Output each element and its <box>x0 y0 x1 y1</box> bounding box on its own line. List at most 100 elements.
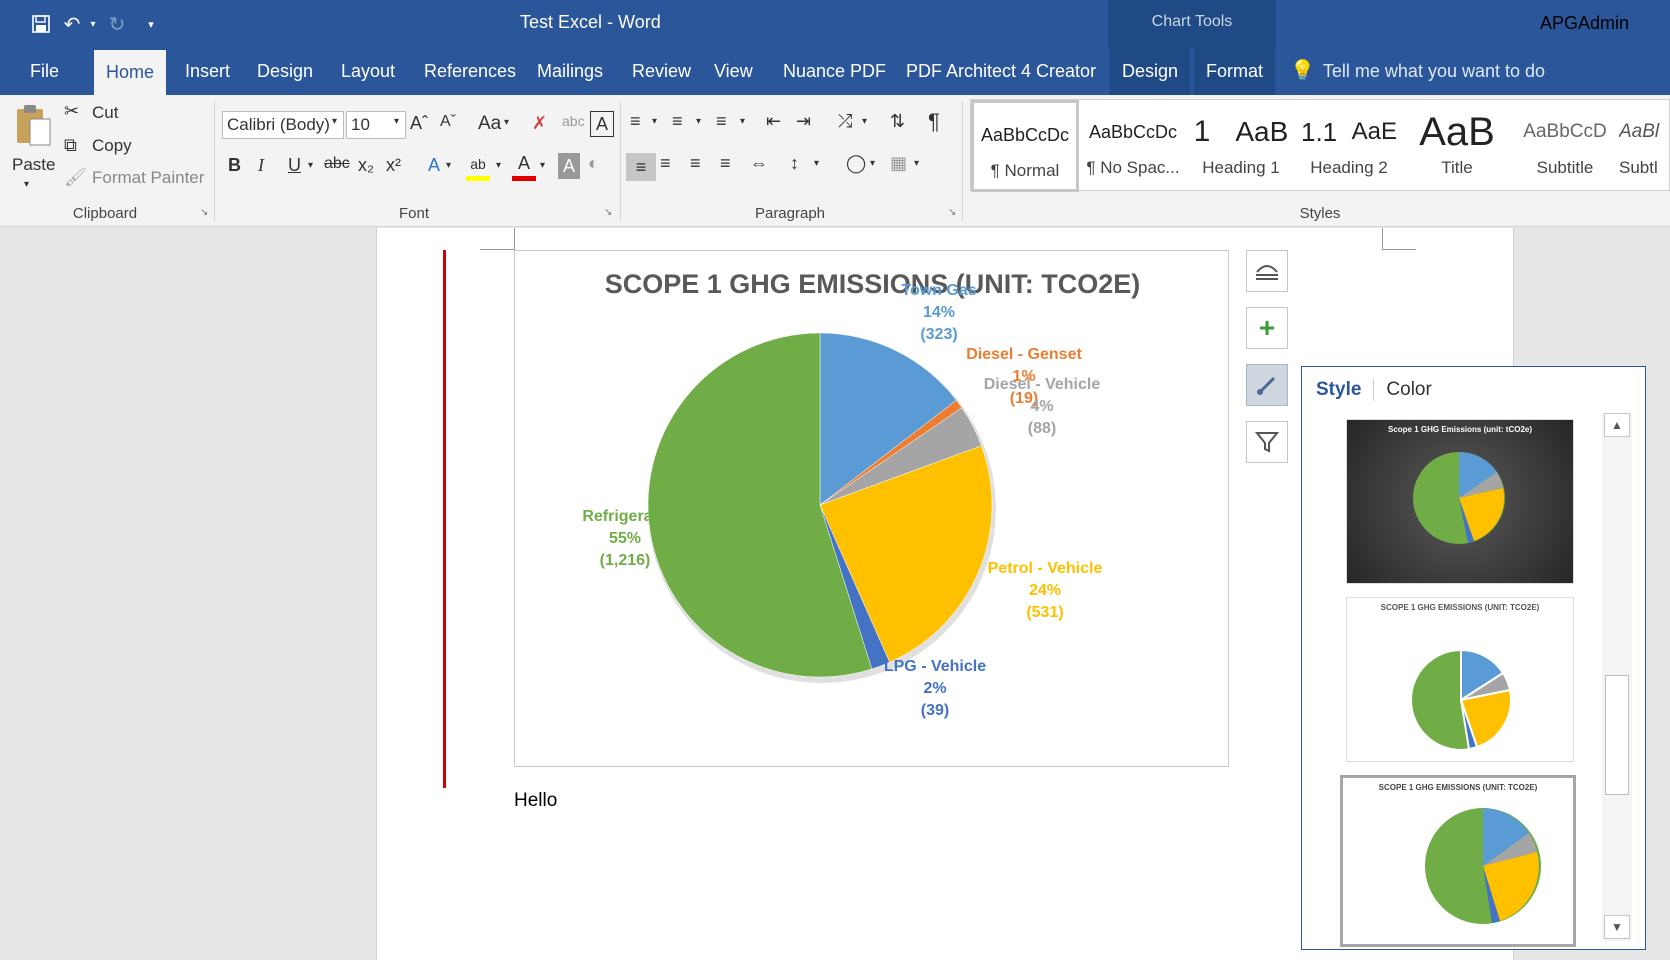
data-label-petrol-vehicle-percent[interactable]: 24% <box>1029 582 1061 599</box>
chart-filters-button[interactable] <box>1246 421 1288 463</box>
tab-insert[interactable]: Insert <box>173 48 242 95</box>
tab-style[interactable]: Style <box>1316 379 1375 401</box>
change-case-dropdown-icon[interactable]: ▾ <box>504 117 509 128</box>
tab-view[interactable]: View <box>702 48 765 95</box>
undo-dropdown-icon[interactable]: ▾ <box>86 9 100 39</box>
style-normal[interactable]: AaBbCcDc ¶ Normal <box>971 100 1079 192</box>
data-label-refrigerant-value[interactable]: (1,216) <box>600 552 651 569</box>
data-label-town-gas-name[interactable]: Town Gas <box>901 282 976 299</box>
highlight-icon[interactable]: ab <box>466 151 490 181</box>
data-label-diesel-genset-name[interactable]: Diesel - Genset <box>966 346 1082 363</box>
text-effects-dropdown-icon[interactable]: ▾ <box>446 160 451 171</box>
tab-nuance-pdf[interactable]: Nuance PDF <box>771 48 898 95</box>
user-name[interactable]: APGAdmin <box>1540 13 1629 34</box>
align-center-icon[interactable]: ≡ <box>660 153 671 174</box>
shading-dropdown-icon[interactable]: ▾ <box>870 158 875 169</box>
tell-me-search[interactable]: 💡 Tell me what you want to do <box>1290 48 1545 95</box>
chart-styles-button[interactable] <box>1246 364 1288 406</box>
redo-icon[interactable]: ↻ <box>100 9 134 39</box>
phonetic-guide-icon[interactable]: abc <box>562 113 585 129</box>
text-direction-dropdown-icon[interactable]: ▾ <box>862 116 867 127</box>
clear-formatting-icon[interactable]: ✗ <box>532 113 547 134</box>
style-title[interactable]: AaB Title <box>1403 100 1511 192</box>
data-label-diesel-vehicle-name[interactable]: Diesel - Vehicle <box>984 376 1101 393</box>
decrease-indent-icon[interactable]: ⇤ <box>766 111 781 132</box>
data-label-lpg-vehicle-value[interactable]: (39) <box>921 702 949 719</box>
borders-dropdown-icon[interactable]: ▾ <box>914 158 919 169</box>
sort-icon[interactable]: ⇅ <box>890 111 905 132</box>
tab-chart-design[interactable]: Design <box>1110 48 1191 95</box>
body-text[interactable]: Hello <box>514 790 557 812</box>
style-subtitle[interactable]: AaBbCcD Subtitle <box>1511 100 1619 192</box>
enclose-characters-icon[interactable]: ◐ <box>588 153 599 174</box>
bullets-dropdown-icon[interactable]: ▾ <box>652 116 657 127</box>
font-name-field[interactable]: Calibri (Body) <box>222 111 344 139</box>
text-direction-icon[interactable]: ⤮ <box>838 111 852 132</box>
numbering-icon[interactable]: ≡ <box>672 111 683 132</box>
customize-qat-icon[interactable]: ▾ <box>134 9 168 39</box>
paste-button[interactable]: Paste <box>12 155 55 175</box>
line-spacing-dropdown-icon[interactable]: ▾ <box>814 158 819 169</box>
style-no-spacing[interactable]: AaBbCcDc ¶ No Spac... <box>1079 100 1187 192</box>
bold-icon[interactable]: B <box>228 155 241 176</box>
paste-dropdown-icon[interactable]: ▾ <box>24 179 29 190</box>
justify-icon[interactable]: ≡ <box>720 153 731 174</box>
tab-file[interactable]: File <box>18 48 71 95</box>
italic-icon[interactable]: I <box>258 155 264 176</box>
font-color-dropdown-icon[interactable]: ▾ <box>540 160 545 171</box>
pie-chart[interactable]: Town Gas14%(323)Diesel - Genset1%(19)Die… <box>515 251 1230 768</box>
multilevel-dropdown-icon[interactable]: ▾ <box>740 116 745 127</box>
chart-style-thumbnail-3[interactable]: SCOPE 1 GHG EMISSIONS (UNIT: TCO2E) <box>1340 775 1576 947</box>
tab-color[interactable]: Color <box>1374 379 1431 401</box>
tab-review[interactable]: Review <box>620 48 703 95</box>
font-launcher-icon[interactable]: ↘ <box>604 207 612 218</box>
shrink-font-icon[interactable]: Aˇ <box>440 113 456 131</box>
underline-icon[interactable]: U <box>288 155 301 176</box>
tab-mailings[interactable]: Mailings <box>525 48 615 95</box>
tab-layout[interactable]: Layout <box>329 48 407 95</box>
show-formatting-marks-icon[interactable]: ¶ <box>928 109 940 135</box>
data-label-diesel-vehicle-value[interactable]: (88) <box>1028 420 1056 437</box>
data-label-petrol-vehicle-value[interactable]: (531) <box>1026 604 1063 621</box>
style-pane-scrollbar[interactable]: ▲ ▼ <box>1602 413 1632 941</box>
tab-references[interactable]: References <box>412 48 528 95</box>
highlight-dropdown-icon[interactable]: ▾ <box>496 160 501 171</box>
tab-home[interactable]: Home <box>94 50 167 95</box>
data-label-town-gas-value[interactable]: (323) <box>920 326 957 343</box>
chart-style-thumbnail-2[interactable]: SCOPE 1 GHG EMISSIONS (UNIT: TCO2E) <box>1346 597 1574 762</box>
data-label-lpg-vehicle-name[interactable]: LPG - Vehicle <box>884 658 986 675</box>
align-left-icon[interactable]: ≡ <box>626 153 656 181</box>
shading-icon[interactable]: ◯ <box>846 153 866 174</box>
style-heading-1[interactable]: 1 AaB Heading 1 <box>1187 100 1295 192</box>
cut-button[interactable]: Cut <box>92 103 118 123</box>
borders-icon[interactable]: ▦ <box>890 153 907 174</box>
text-effects-icon[interactable]: A <box>428 155 440 176</box>
chart-style-thumbnail-1[interactable]: Scope 1 GHG Emissions (unit: tCO2e) <box>1346 419 1574 584</box>
font-color-icon[interactable]: A <box>512 151 536 181</box>
tab-chart-format[interactable]: Format <box>1194 48 1276 95</box>
chart-area[interactable]: SCOPE 1 GHG EMISSIONS (UNIT: TCO2E) Town… <box>514 250 1229 767</box>
chart-elements-button[interactable]: + <box>1246 307 1288 349</box>
copy-button[interactable]: Copy <box>92 136 132 156</box>
character-border-icon[interactable]: A <box>590 111 614 137</box>
save-icon[interactable] <box>24 9 58 39</box>
data-label-refrigerant-name[interactable]: Refrigerant <box>582 508 668 525</box>
font-name-dropdown-icon[interactable]: ▾ <box>332 116 337 127</box>
paste-icon[interactable] <box>14 103 54 149</box>
tab-design[interactable]: Design <box>245 48 325 95</box>
data-label-petrol-vehicle-name[interactable]: Petrol - Vehicle <box>988 560 1103 577</box>
superscript-icon[interactable]: x² <box>386 155 401 176</box>
underline-dropdown-icon[interactable]: ▾ <box>308 160 313 171</box>
data-label-refrigerant-percent[interactable]: 55% <box>609 530 641 547</box>
tab-pdf-architect[interactable]: PDF Architect 4 Creator <box>894 48 1108 95</box>
increase-indent-icon[interactable]: ⇥ <box>796 111 811 132</box>
numbering-dropdown-icon[interactable]: ▾ <box>696 116 701 127</box>
scroll-down-icon[interactable]: ▼ <box>1604 915 1630 939</box>
subscript-icon[interactable]: x₂ <box>358 155 374 176</box>
grow-font-icon[interactable]: Aˆ <box>410 113 428 134</box>
format-painter-button[interactable]: Format Painter <box>92 168 204 188</box>
line-spacing-icon[interactable]: ↕ <box>790 153 799 174</box>
multilevel-list-icon[interactable]: ≡ <box>716 111 727 132</box>
font-size-dropdown-icon[interactable]: ▾ <box>394 116 399 127</box>
scroll-up-icon[interactable]: ▲ <box>1604 413 1630 437</box>
